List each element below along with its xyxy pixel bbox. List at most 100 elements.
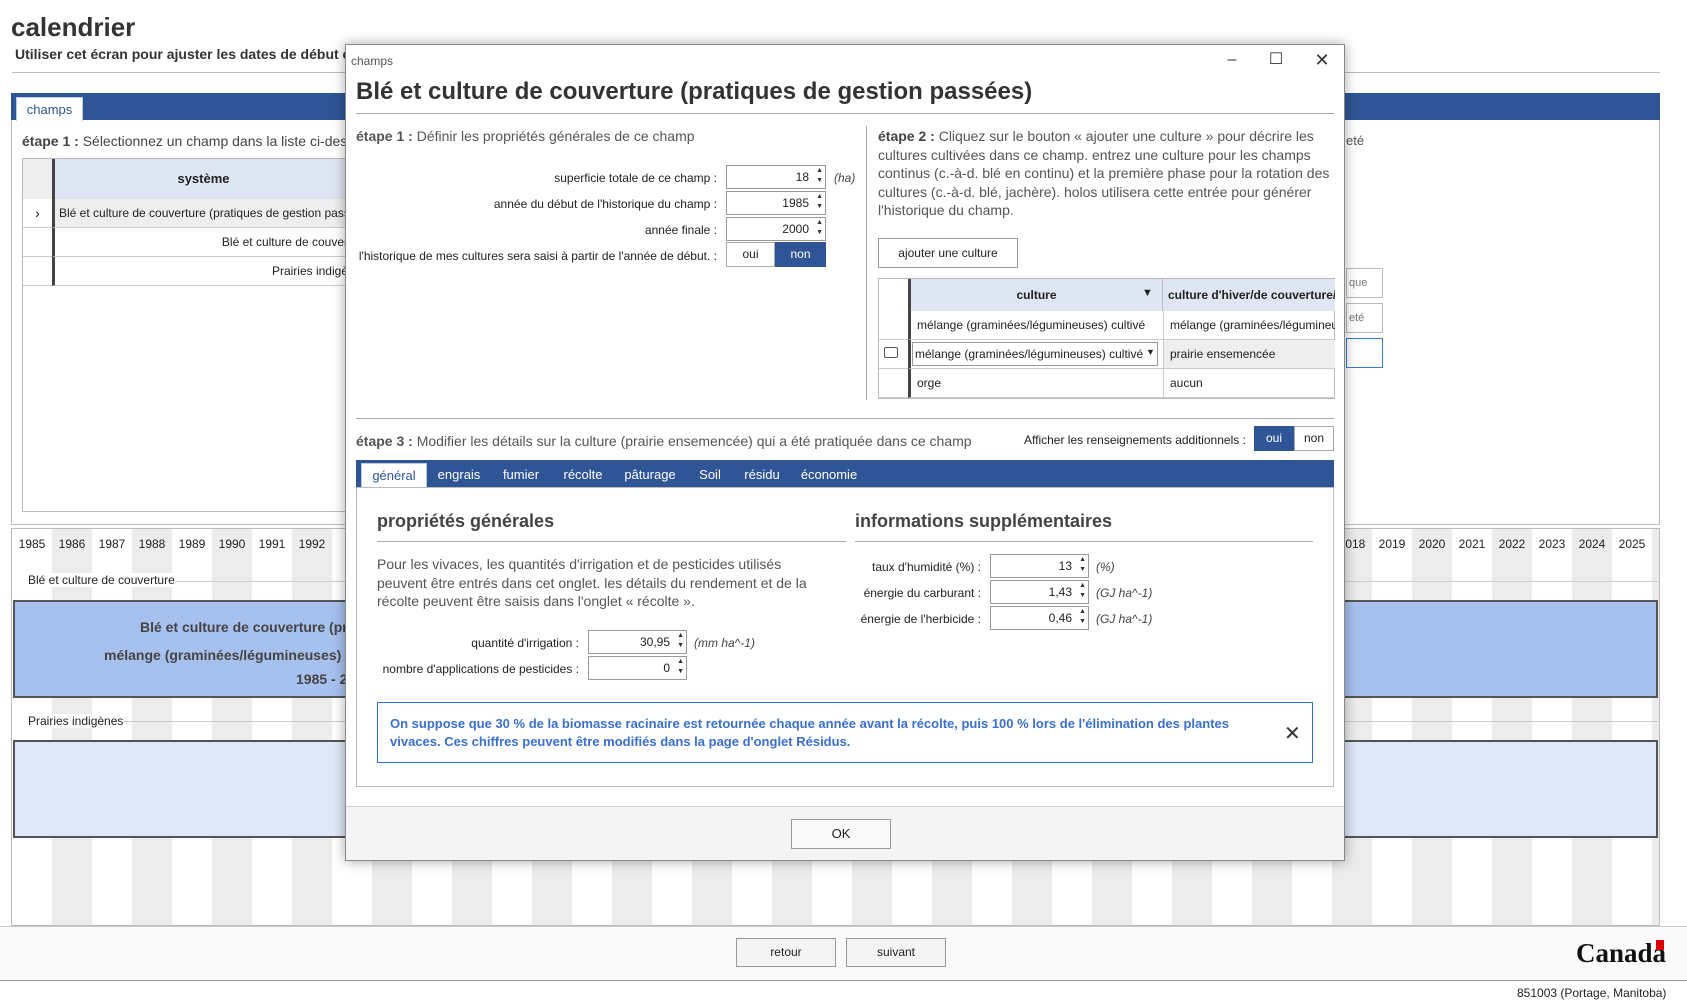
history-yes-toggle[interactable]: oui [726,242,775,267]
scrollbar[interactable] [1662,93,1676,923]
timeline-year-label: 1985 [18,537,46,551]
additional-info-title: informations supplémentaires [855,511,1113,531]
spin-arrows-icon[interactable]: ▲ ▼ [816,218,823,238]
timeline-year-label: 1987 [98,537,126,551]
spin-arrows-icon[interactable]: ▲ ▼ [816,192,823,212]
timeline-column [1452,529,1492,925]
timeline-year-label: 1992 [298,537,326,551]
filter-icon[interactable]: ▼ [1142,287,1153,299]
end-year-stepper[interactable]: 2000 ▲ ▼ [726,217,826,241]
timeline-column [1492,529,1532,925]
pesticide-stepper[interactable]: 0 ▲ ▼ [588,656,687,680]
history-no-toggle[interactable]: non [775,242,826,267]
row-header[interactable] [23,257,52,286]
moisture-stepper[interactable]: 13 ▲ ▼ [990,554,1089,578]
timeline-group-label: Blé et culture de couverture [24,573,179,587]
crop-cell[interactable]: mélange (graminées/légumineuses) cultivé [908,311,1164,340]
row-header[interactable] [879,311,908,340]
herbicide-energy-value: 0,46 [1048,611,1072,625]
chevron-down-icon[interactable]: ▼ [1146,347,1155,357]
timeline-column [132,529,172,925]
irrigation-stepper[interactable]: 30,95 ▲ ▼ [588,630,687,654]
dialog-caption: champs [351,54,394,68]
row-header[interactable] [879,369,908,398]
spin-arrows-icon[interactable]: ▲ ▼ [1079,555,1086,575]
divider [866,126,867,400]
maximize-icon[interactable]: ☐ [1266,50,1286,70]
irrigation-unit: (mm ha^-1) [694,636,755,650]
crop-column-header[interactable]: culture [911,279,1163,311]
add-crop-button[interactable]: ajouter une culture [878,238,1018,268]
divider [356,418,1334,419]
back-button[interactable]: retour [736,938,836,967]
herbicide-energy-unit: (GJ ha^-1) [1096,612,1153,626]
additional-no-toggle[interactable]: non [1294,426,1334,451]
spin-arrows-icon[interactable]: ▲ ▼ [1079,581,1086,601]
close-icon[interactable]: ✕ [1284,721,1301,746]
start-year-stepper[interactable]: 1985 ▲ ▼ [726,191,826,215]
tab-soil[interactable]: Soil [690,463,730,487]
timeline-year-label: 2023 [1538,537,1566,551]
area-stepper[interactable]: 18 ▲ ▼ [726,165,826,189]
next-button[interactable]: suivant [846,938,946,967]
herbicide-energy-stepper[interactable]: 0,46 ▲ ▼ [990,606,1089,630]
area-unit: (ha) [834,171,856,185]
background-box[interactable] [1346,338,1383,368]
additional-info-label: Afficher les renseignements additionnels… [1024,433,1246,447]
tab-paturage[interactable]: pâturage [620,463,680,487]
crop-dropdown[interactable]: mélange (graminées/légumineuses) cultivé [912,342,1158,366]
step1-text: Définir les propriétés générales de ce c… [412,128,695,144]
table-row[interactable]: Blé et culture de couver [52,228,352,257]
additional-yes-toggle[interactable]: oui [1254,426,1294,451]
table-row[interactable]: Prairies indigè [52,257,352,286]
tab-champs[interactable]: champs [16,97,83,121]
general-section-title: propriétés générales [377,511,555,531]
background-box[interactable]: eté [1346,303,1383,333]
cover-crop-cell[interactable]: aucun [1164,369,1335,398]
step3-text: Modifier les détails sur la culture (pra… [412,433,972,449]
pesticide-label: nombre d'applications de pesticides : [382,662,579,676]
minimize-icon[interactable]: – [1222,50,1242,70]
tab-fumier[interactable]: fumier [494,463,548,487]
tab-general[interactable]: général [361,463,427,487]
comment-icon[interactable] [884,347,898,358]
timeline-column [1412,529,1452,925]
page-subtitle: Utiliser cet écran pour ajuster les date… [15,46,355,62]
timeline-year-label: 1986 [58,537,86,551]
spin-arrows-icon[interactable]: ▲ ▼ [1079,607,1086,627]
cover-crop-cell[interactable]: prairie ensemencée [1164,340,1335,369]
timeline-year-label: 1991 [258,537,286,551]
spin-arrows-icon[interactable]: ▲ ▼ [816,166,823,186]
ok-button[interactable]: OK [791,819,891,849]
residue-note-text: On suppose que 30 % de la biomasse racin… [390,716,1229,749]
area-label: superficie totale de ce champ : [554,171,717,185]
timeline-column [1372,529,1412,925]
timeline-year-label: 1990 [218,537,246,551]
divider [377,541,846,542]
spin-arrows-icon[interactable]: ▲ ▼ [677,631,684,651]
background-box[interactable]: que [1346,268,1383,298]
grid-header-system[interactable]: système [52,159,352,199]
timeline-year-label: 2021 [1458,537,1486,551]
step1-heading: étape 1 : Définir les propriétés général… [356,128,695,144]
table-row[interactable]: Blé et culture de couverture (pratiques … [52,199,352,228]
irrigation-value: 30,95 [639,635,670,649]
history-label: l'historique de mes cultures sera saisi … [358,249,717,263]
row-header[interactable] [23,228,52,257]
pesticide-value: 0 [663,661,670,675]
cover-crop-cell[interactable]: mélange (graminées/légumineu [1164,311,1335,340]
crop-cell[interactable]: orge [908,369,1164,398]
close-icon[interactable]: ✕ [1312,50,1332,70]
tab-engrais[interactable]: engrais [432,463,486,487]
step1-bold: étape 1 : [356,128,413,144]
cover-crop-column-header[interactable]: culture d'hiver/de couverture/ [1164,279,1335,311]
timeline-year-label: 2025 [1618,537,1646,551]
tab-recolte[interactable]: récolte [556,463,610,487]
spin-arrows-icon[interactable]: ▲ ▼ [677,657,684,677]
fuel-energy-stepper[interactable]: 1,43 ▲ ▼ [990,580,1089,604]
moisture-label: taux d'humidité (%) : [871,560,981,574]
timeline-column [1652,529,1659,925]
tab-residu[interactable]: résidu [740,463,784,487]
timeline-column [1612,529,1652,925]
tab-economie[interactable]: économie [796,463,862,487]
